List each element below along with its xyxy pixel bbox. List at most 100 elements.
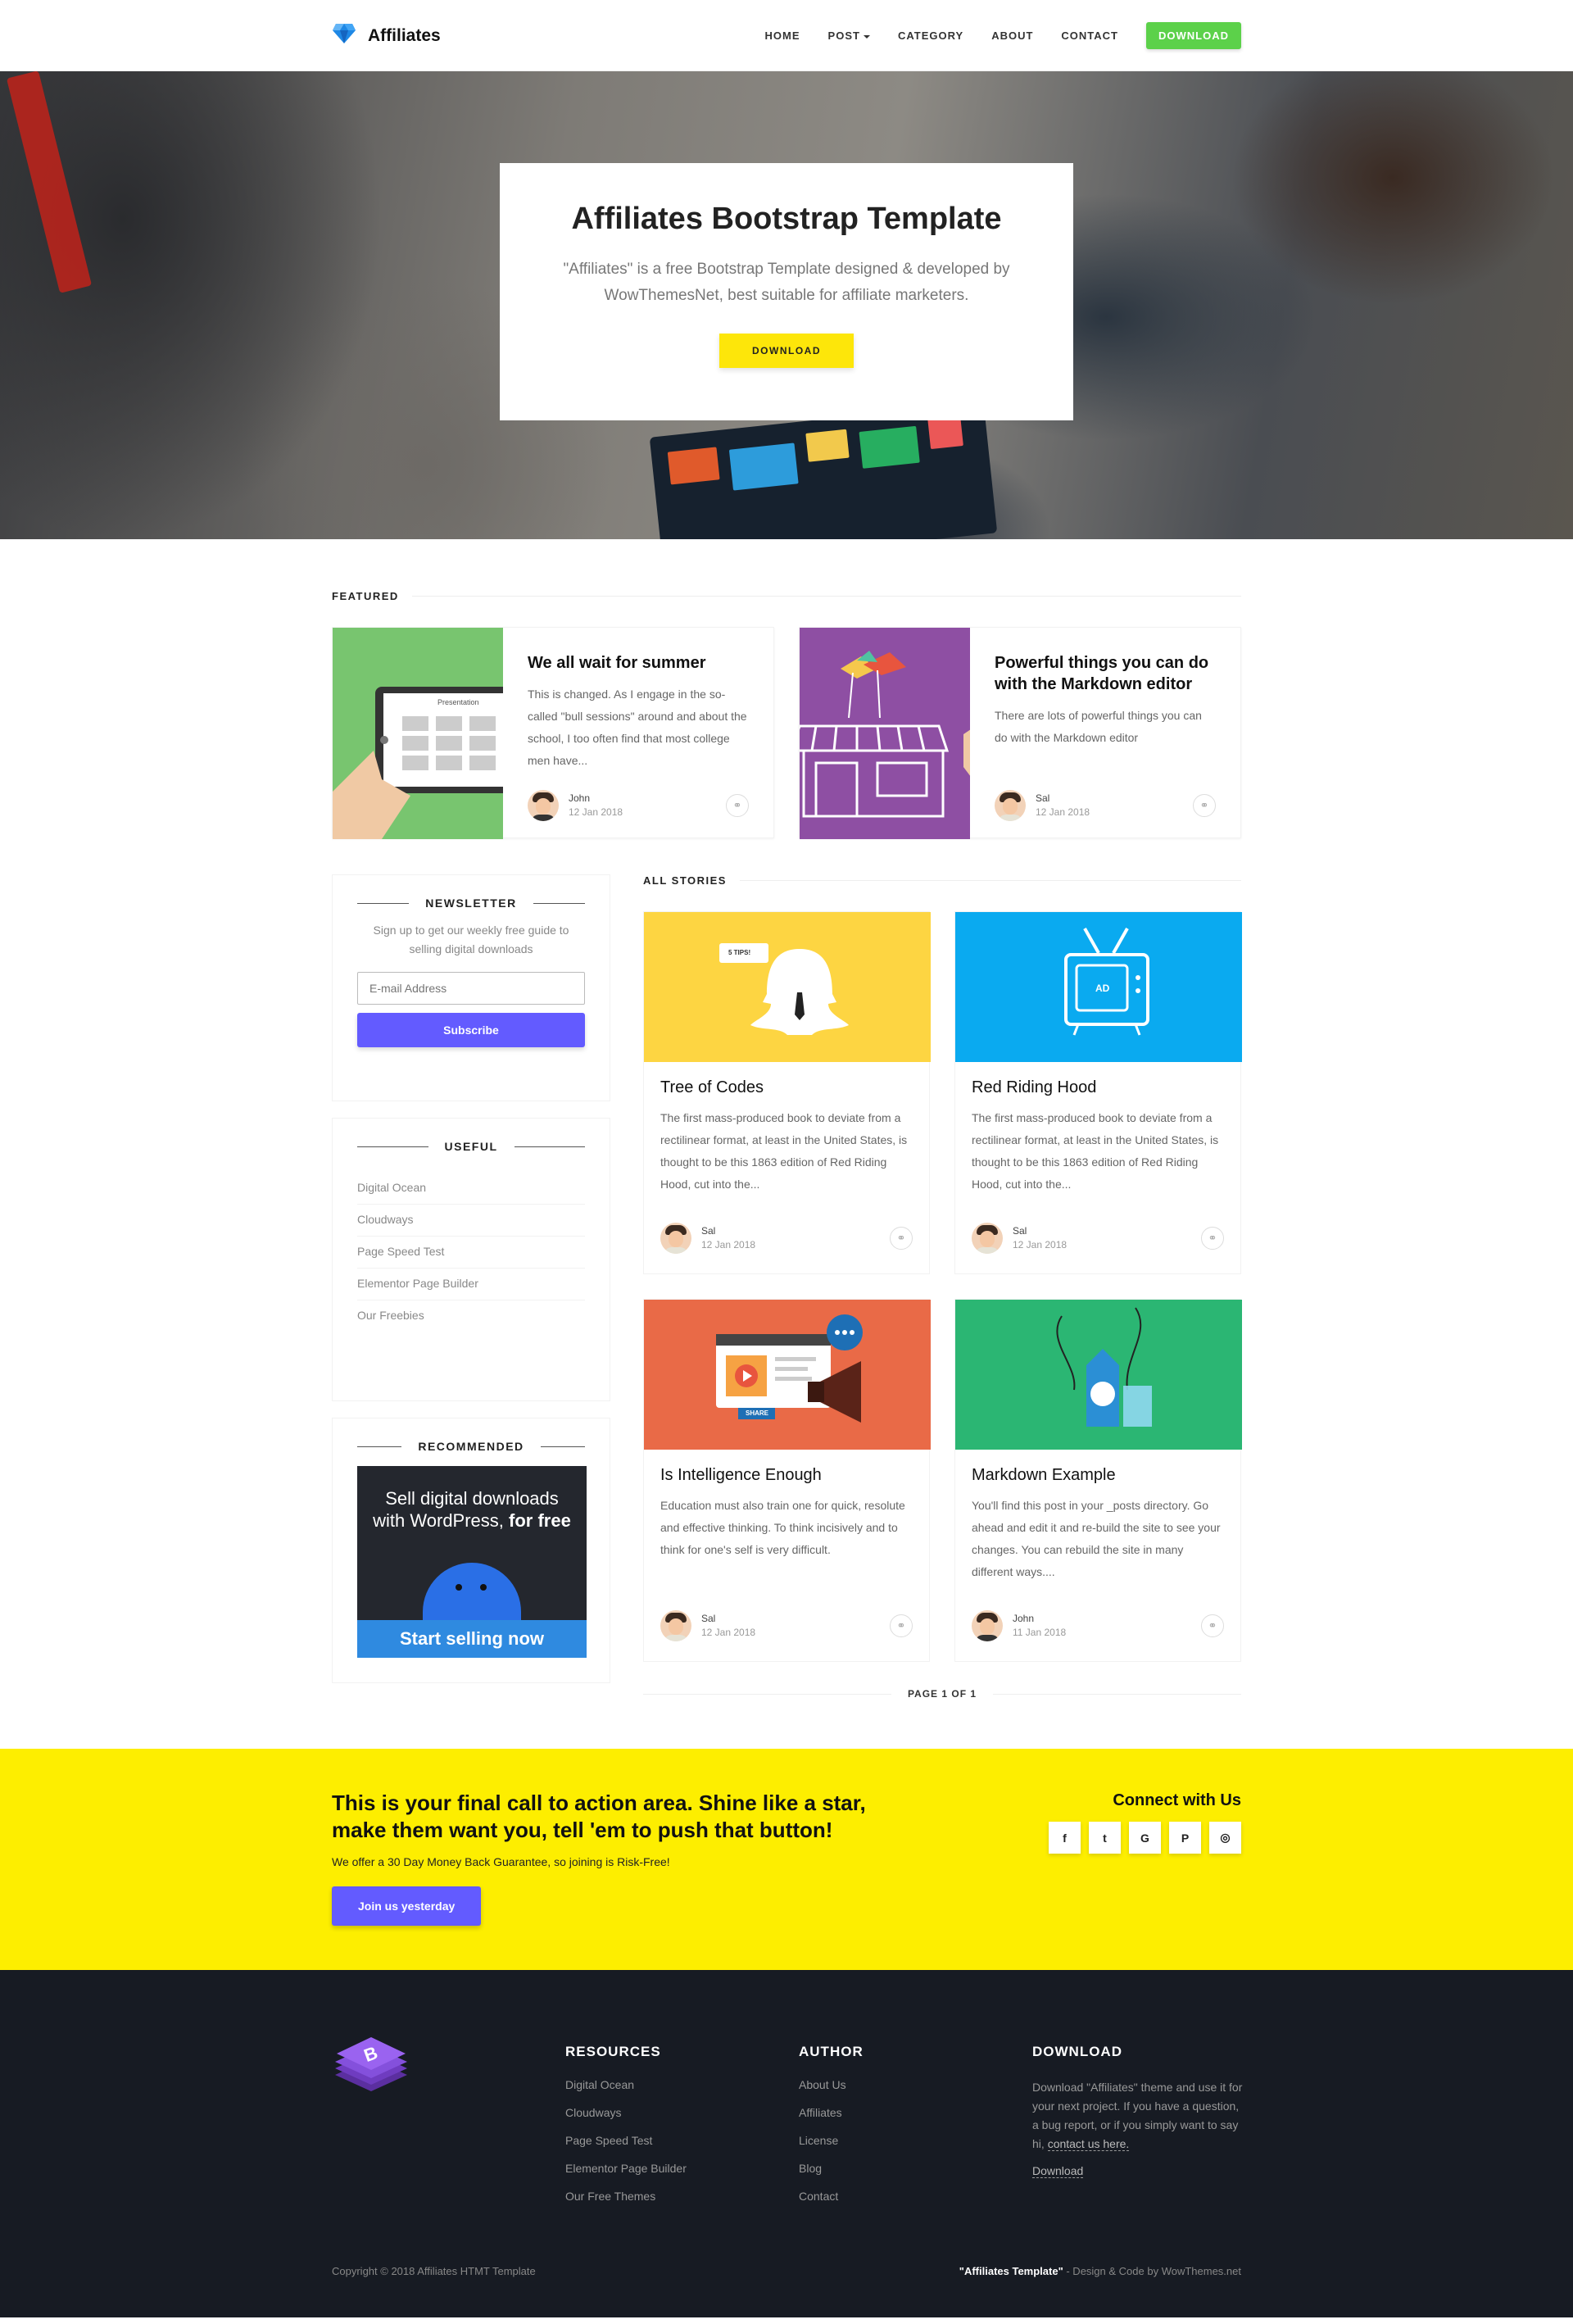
post-author[interactable]: Sal [701,1224,755,1238]
avatar [995,790,1026,821]
story-title[interactable]: Is Intelligence Enough [660,1466,913,1485]
join-button[interactable]: Join us yesterday [332,1886,482,1926]
avatar [660,1223,691,1254]
pinterest-icon[interactable]: P [1169,1822,1201,1854]
link-icon[interactable]: ⚭ [890,1614,913,1637]
ad-cta-button[interactable]: Start selling now [357,1620,587,1658]
cta-section: This is your final call to action area. … [0,1749,1573,1970]
story-card[interactable]: AD Red Riding Hood The first mass-produc… [954,911,1242,1274]
useful-widget: USEFUL Digital Ocean Cloudways Page Spee… [332,1118,610,1401]
recommended-ad-banner[interactable]: Sell digital downloads with WordPress, f… [357,1466,587,1658]
footer-link[interactable]: Digital Ocean [565,2078,799,2091]
useful-link[interactable]: Page Speed Test [357,1237,585,1269]
subscribe-button[interactable]: Subscribe [357,1013,585,1047]
useful-link[interactable]: Digital Ocean [357,1173,585,1205]
nav-post-label: POST [827,30,860,42]
featured-post-excerpt: There are lots of powerful things you ca… [995,709,1202,744]
newsletter-text: Sign up to get our weekly free guide to … [373,924,569,955]
recommended-title: RECOMMENDED [357,1440,585,1453]
post-date: 11 Jan 2018 [1013,1627,1067,1638]
post-author[interactable]: John [569,792,623,806]
useful-link[interactable]: Elementor Page Builder [357,1269,585,1300]
link-icon[interactable]: ⚭ [726,794,749,817]
footer-resources: RESOURCES Digital Ocean Cloudways Page S… [565,2034,799,2217]
useful-link[interactable]: Cloudways [357,1205,585,1237]
nav-download-button[interactable]: DOWNLOAD [1146,22,1241,49]
pagination-text: PAGE 1 OF 1 [907,1688,977,1700]
footer-bottom: Copyright © 2018 Affiliates HTMT Templat… [332,2265,1241,2277]
story-card[interactable]: Markdown Example You'll find this post i… [954,1299,1242,1662]
story-title[interactable]: Markdown Example [972,1466,1224,1485]
story-image-megaphone[interactable]: SHARE [644,1300,931,1450]
featured-title-text: FEATURED [332,590,399,602]
footer-link[interactable]: About Us [799,2078,1032,2091]
post-date: 12 Jan 2018 [1036,806,1090,818]
featured-image-shop[interactable] [800,628,970,839]
hero-download-button[interactable]: DOWNLOAD [719,334,854,368]
stories-title: ALL STORIES [643,874,1241,887]
post-author[interactable]: John [1013,1612,1066,1626]
nav-category[interactable]: CATEGORY [898,30,963,42]
featured-card[interactable]: Presentation We all wait for summer This… [332,627,774,839]
link-icon[interactable]: ⚭ [890,1227,913,1250]
link-icon[interactable]: ⚭ [1201,1614,1224,1637]
stories-title-text: ALL STORIES [643,874,727,887]
nav-home[interactable]: HOME [765,30,800,42]
hero-card: Affiliates Bootstrap Template "Affiliate… [500,163,1073,420]
story-title[interactable]: Tree of Codes [660,1078,913,1097]
github-icon[interactable]: ◎ [1209,1822,1241,1854]
featured-card[interactable]: Powerful things you can do with the Mark… [799,627,1241,839]
cta-title: This is your final call to action area. … [332,1791,866,1842]
avatar [528,790,559,821]
link-icon[interactable]: ⚭ [1193,794,1216,817]
story-title[interactable]: Red Riding Hood [972,1078,1224,1097]
story-excerpt: You'll find this post in your _posts dir… [972,1499,1221,1578]
post-author[interactable]: Sal [1013,1224,1067,1238]
nav-post[interactable]: POST [828,30,870,42]
brand[interactable]: Affiliates [332,23,441,48]
story-card[interactable]: 5 TIPS! Tree of Codes The first mass-pro… [643,911,931,1274]
featured-post-title[interactable]: We all wait for summer [528,652,749,674]
contact-us-link[interactable]: contact us here. [1047,2137,1130,2151]
nav-contact[interactable]: CONTACT [1061,30,1118,42]
footer-logo[interactable]: B [332,2034,565,2217]
twitter-icon[interactable]: t [1089,1822,1121,1854]
credit: "Affiliates Template" - Design & Code by… [959,2265,1241,2277]
avatar [660,1610,691,1641]
footer-link[interactable]: Our Free Themes [565,2190,799,2203]
cta-subtitle: We offer a 30 Day Money Back Guarantee, … [332,1855,670,1868]
footer-download-link[interactable]: Download [1032,2164,1084,2178]
diamond-icon [332,23,356,48]
useful-link[interactable]: Our Freebies [357,1300,585,1332]
connect-title: Connect with Us [1113,1791,1241,1809]
nav-about[interactable]: ABOUT [991,30,1033,42]
credit-text: - Design & Code by WowThemes.net [1063,2265,1241,2277]
facebook-icon[interactable]: f [1049,1822,1081,1854]
footer-link[interactable]: Cloudways [565,2106,799,2119]
footer-link[interactable]: Affiliates [799,2106,1032,2119]
footer-link[interactable]: License [799,2134,1032,2147]
footer-link[interactable]: Blog [799,2162,1032,2175]
useful-title: USEFUL [357,1140,585,1153]
brand-name: Affiliates [368,25,441,45]
story-card[interactable]: SHARE Is Intelligence Enough Education m… [643,1299,931,1662]
featured-post-title[interactable]: Powerful things you can do with the Mark… [995,652,1216,695]
story-image-milk[interactable] [955,1300,1242,1450]
footer-link[interactable]: Contact [799,2190,1032,2203]
post-author[interactable]: Sal [701,1612,755,1626]
story-image-tv[interactable]: AD [955,912,1242,1062]
credit-template-name[interactable]: "Affiliates Template" [959,2265,1063,2277]
story-image-caption: SHARE [746,1409,769,1417]
footer-link[interactable]: Page Speed Test [565,2134,799,2147]
post-author[interactable]: Sal [1036,792,1090,806]
hero-title: Affiliates Bootstrap Template [571,202,1002,236]
google-icon[interactable]: G [1129,1822,1161,1854]
link-icon[interactable]: ⚭ [1201,1227,1224,1250]
story-image-caption: AD [1095,983,1110,994]
footer-resources-title: RESOURCES [565,2044,661,2059]
footer-link[interactable]: Elementor Page Builder [565,2162,799,2175]
featured-image-tablet[interactable]: Presentation [333,628,503,839]
story-image-snapchat[interactable]: 5 TIPS! [644,912,931,1062]
footer-author-title: AUTHOR [799,2044,864,2059]
email-field[interactable] [357,972,585,1005]
